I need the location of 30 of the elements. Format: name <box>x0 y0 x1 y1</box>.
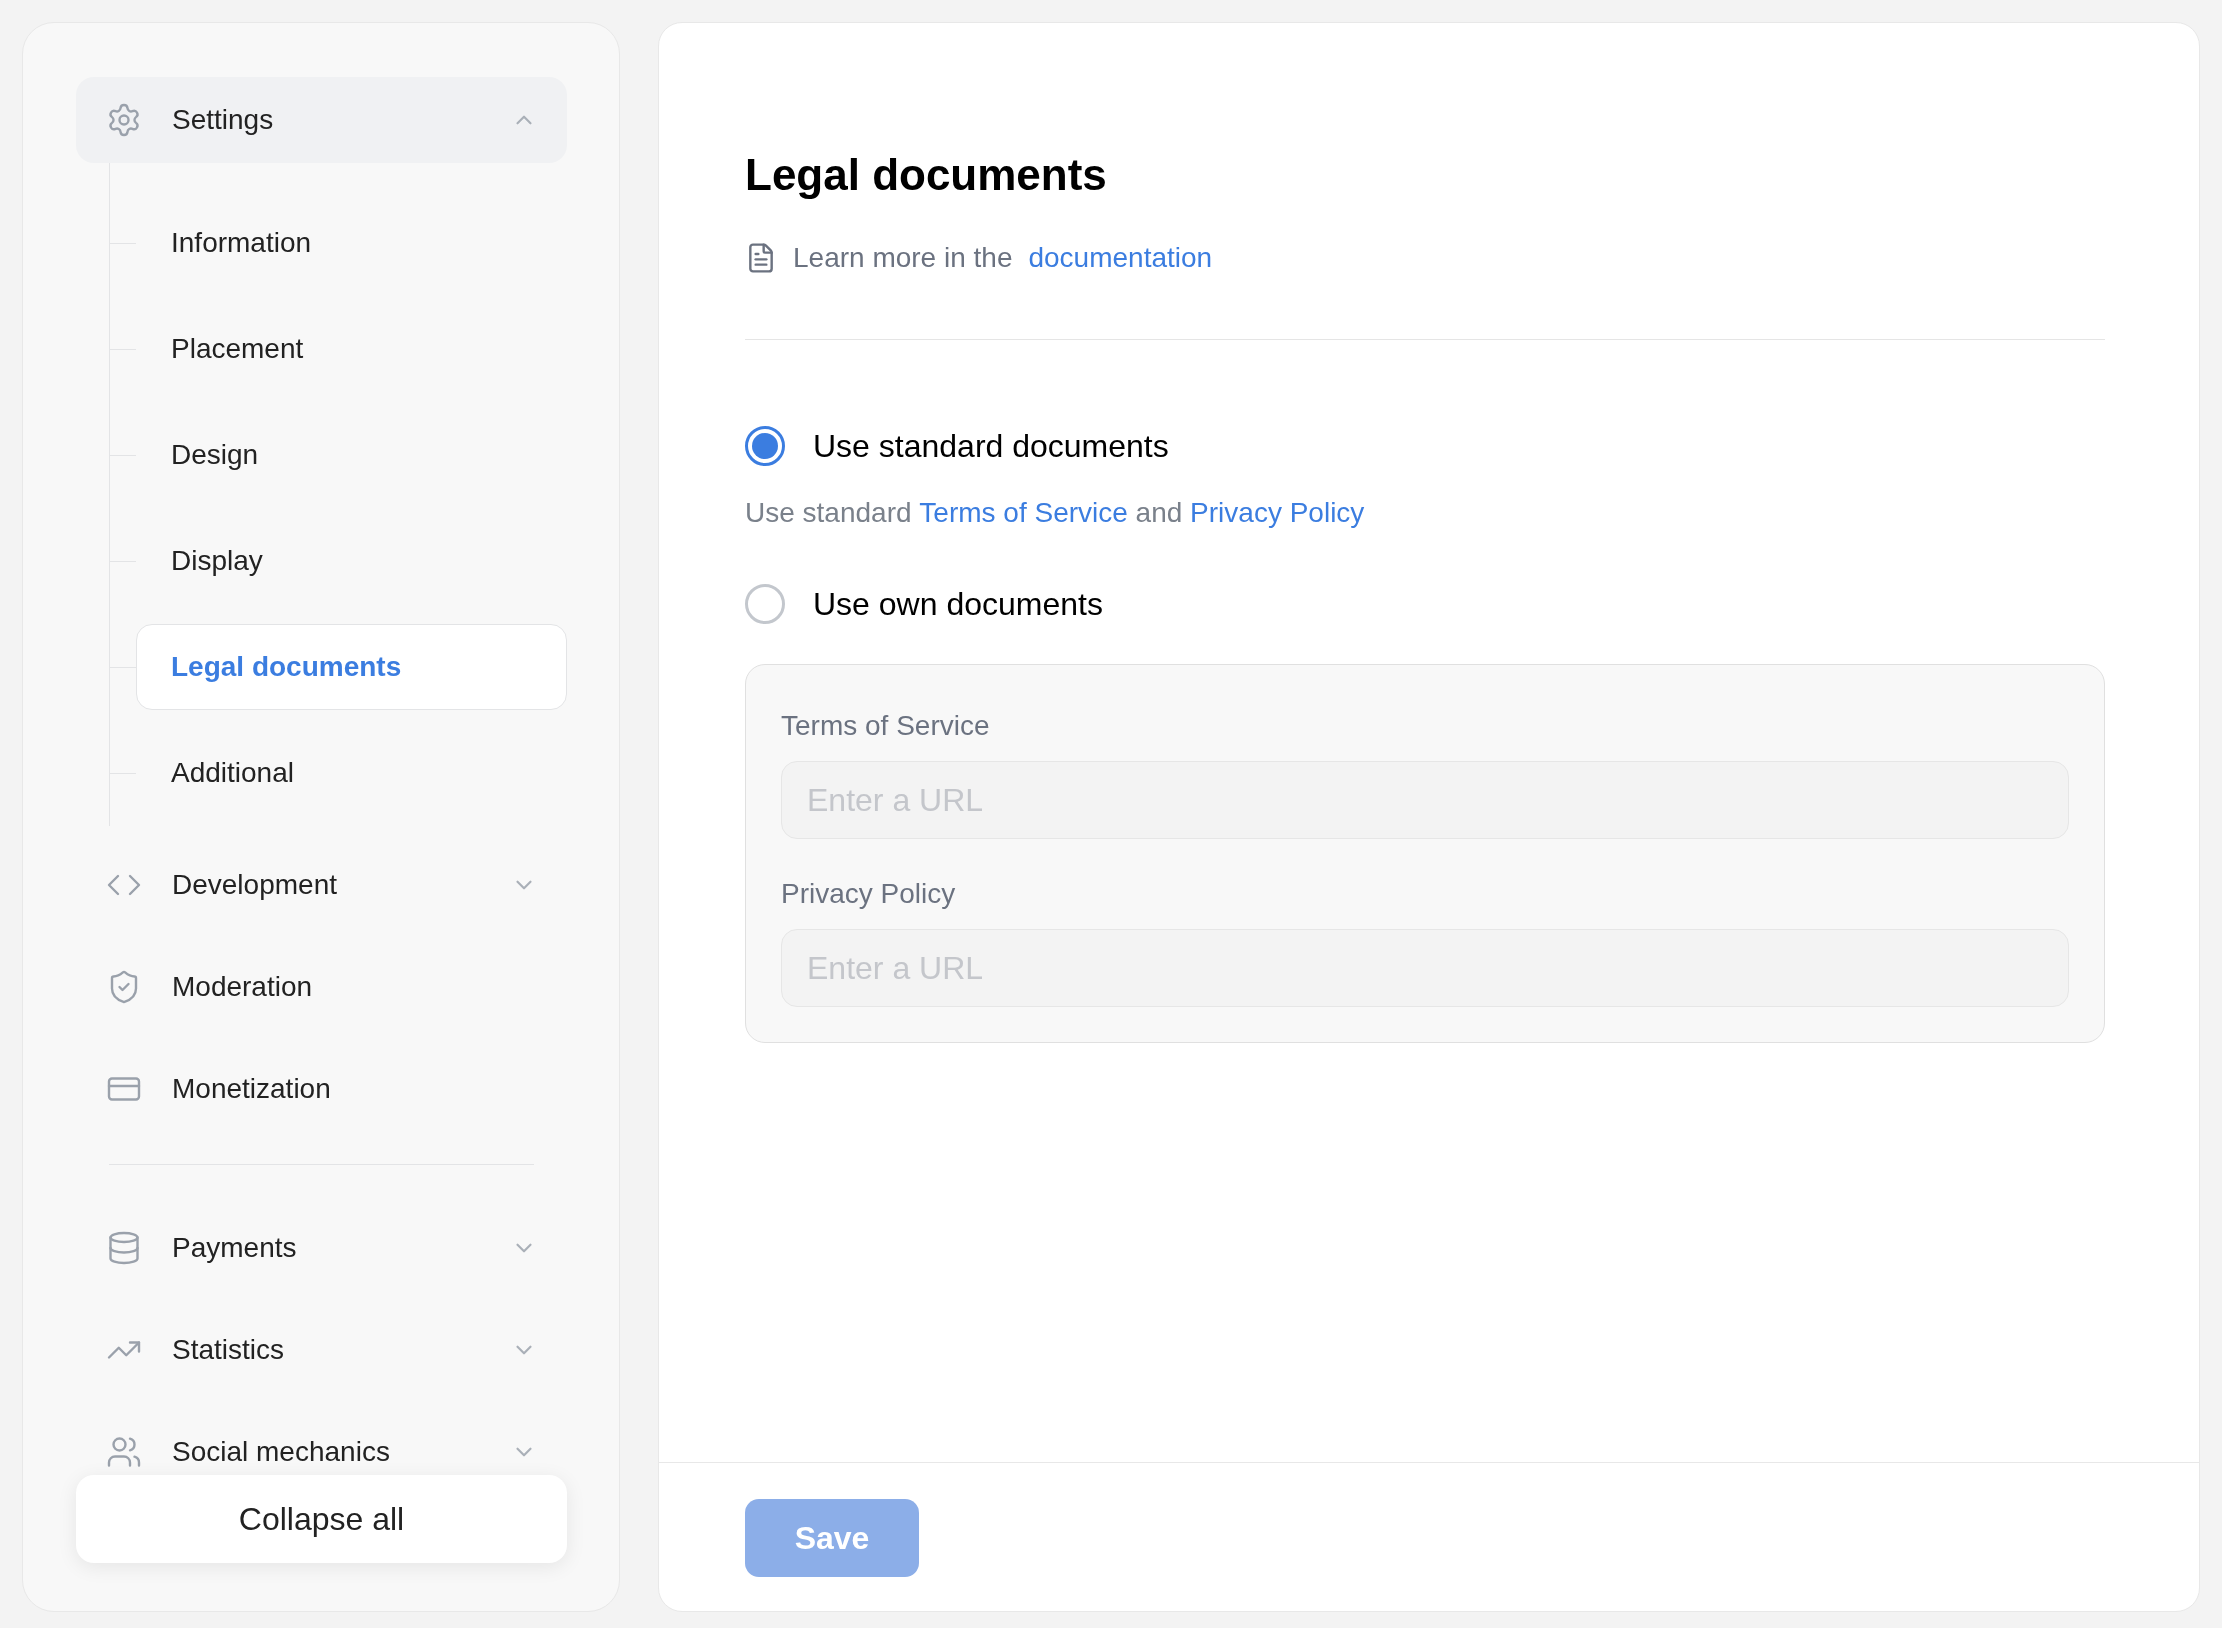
page-title: Legal documents <box>745 153 1108 197</box>
field-label: Privacy Policy <box>781 877 957 911</box>
sidebar-item[interactable]: Development <box>76 842 567 928</box>
sidebar-item[interactable]: Statistics <box>76 1307 567 1393</box>
sidebar-item[interactable]: Social mechanics <box>76 1409 567 1475</box>
help-text: Learn more in the <box>793 241 1013 275</box>
documentation-link[interactable]: documentation <box>1028 237 1213 279</box>
policy-link[interactable]: Privacy Policy <box>1190 492 1365 534</box>
option-label: Use standard documents <box>813 427 1169 466</box>
sidebar-item[interactable]: Payments <box>76 1205 567 1291</box>
policy-link[interactable]: Terms of Service <box>919 492 1128 534</box>
collapse-all-button[interactable]: Collapse all <box>76 1475 567 1563</box>
radio-button[interactable] <box>745 584 785 624</box>
sidebar-item[interactable]: Moderation <box>76 944 567 1030</box>
option-description: and <box>1134 496 1184 530</box>
sidebar-item[interactable]: Settings <box>76 77 567 163</box>
coins-icon <box>106 1230 142 1266</box>
gear-icon <box>106 102 142 138</box>
option-description: Use standard <box>745 496 913 530</box>
sidebar-subitem[interactable]: Legal documents <box>136 624 567 710</box>
sidebar-subitem[interactable]: Display <box>136 518 567 604</box>
sidebar-subitem[interactable]: Design <box>136 412 567 498</box>
sidebar-subitem[interactable]: Information <box>136 200 567 286</box>
field-label: Terms of Service <box>781 709 991 743</box>
people-icon <box>106 1434 142 1470</box>
sidebar-subitem[interactable]: Placement <box>136 306 567 392</box>
option-label: Use own documents <box>813 585 1103 624</box>
sidebar-subitem[interactable]: Additional <box>136 730 567 816</box>
sidebar-item[interactable]: Monetization <box>76 1046 567 1132</box>
radio-button[interactable] <box>745 426 785 466</box>
